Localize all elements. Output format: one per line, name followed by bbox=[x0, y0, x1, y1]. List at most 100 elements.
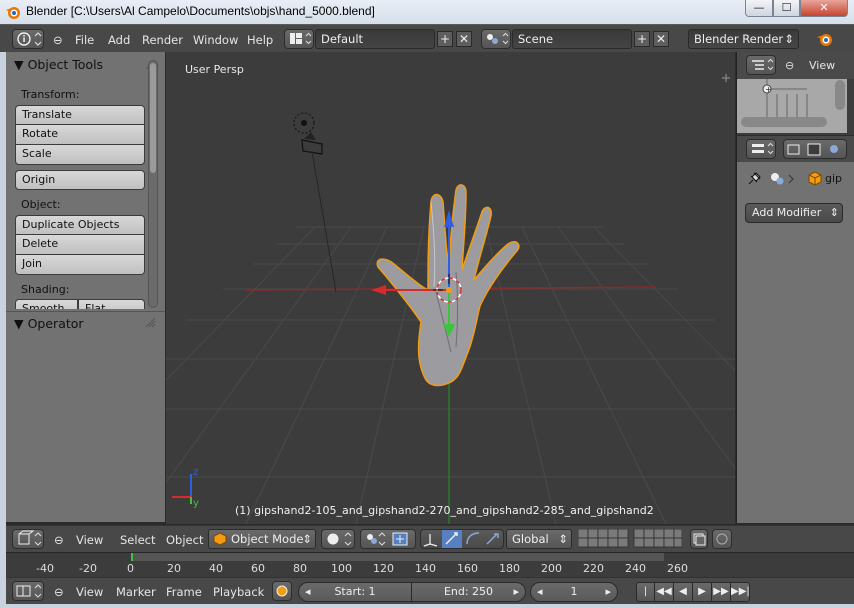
context-tab-icons bbox=[787, 143, 838, 156]
start-frame-field[interactable]: ◂ Start: 1 bbox=[298, 582, 412, 602]
post-range-shade bbox=[664, 553, 854, 561]
screen-layout-field[interactable]: Default bbox=[315, 29, 435, 49]
object-tools-title: Object Tools bbox=[27, 57, 104, 72]
layer-lock-button[interactable] bbox=[690, 529, 708, 549]
render-preview-button[interactable] bbox=[712, 529, 732, 549]
outliner-view-menu[interactable]: View bbox=[809, 59, 835, 72]
start-frame-label: Start: 1 bbox=[334, 585, 376, 598]
translate-button[interactable]: Translate bbox=[15, 105, 145, 125]
rotate-button[interactable]: Rotate bbox=[15, 125, 145, 145]
scale-button[interactable]: Scale bbox=[15, 145, 145, 165]
outliner-editor-type-button[interactable] bbox=[746, 55, 776, 75]
add-modifier-select[interactable]: Add Modifier ⇕ bbox=[745, 203, 843, 223]
menu-view[interactable]: View bbox=[76, 533, 103, 547]
menu-help[interactable]: Help bbox=[247, 33, 273, 47]
smooth-button[interactable]: Smooth bbox=[15, 299, 78, 309]
flat-button[interactable]: Flat bbox=[78, 299, 145, 309]
timeline-editor[interactable]: -40 -20 0 20 40 60 80 100 120 140 160 18… bbox=[6, 552, 854, 577]
viewport-shading-select[interactable] bbox=[321, 529, 355, 549]
scrollbar-thumb[interactable] bbox=[150, 63, 156, 173]
operator-panel-header[interactable]: ▼ Operator bbox=[14, 316, 84, 331]
layout-icon bbox=[290, 32, 312, 45]
shading-label: Shading: bbox=[21, 283, 70, 296]
grip-icon[interactable] bbox=[144, 316, 156, 328]
current-frame-field[interactable]: ◂ 1 ▸ bbox=[530, 582, 618, 602]
pivot-icons bbox=[367, 532, 408, 546]
current-frame-marker bbox=[131, 553, 133, 561]
add-layout-button[interactable]: + bbox=[437, 31, 453, 47]
play-button[interactable]: ▶ bbox=[693, 582, 712, 602]
properties-context-tabs[interactable] bbox=[783, 139, 847, 159]
remove-scene-button[interactable]: ✕ bbox=[653, 31, 669, 47]
duplicate-objects-button[interactable]: Duplicate Objects bbox=[15, 215, 145, 235]
timeline-header: ⊖ View Marker Frame Playback ◂ Start: 1 … bbox=[6, 577, 854, 608]
join-button[interactable]: Join bbox=[15, 255, 145, 275]
timeline-range-bar bbox=[6, 553, 854, 561]
pin-icon[interactable] bbox=[745, 170, 763, 188]
remove-layout-button[interactable]: ✕ bbox=[456, 31, 472, 47]
chevron-updown-icon: ⇕ bbox=[302, 532, 312, 546]
prev-keyframe-button[interactable]: ◀◀ bbox=[655, 582, 674, 602]
menu-view[interactable]: View bbox=[76, 585, 103, 599]
chevron-left-icon: ◂ bbox=[305, 585, 311, 598]
collapse-menu-icon[interactable]: ⊖ bbox=[54, 533, 64, 547]
origin-button[interactable]: Origin bbox=[15, 170, 145, 190]
mode-select[interactable]: Object Mode ⇕ bbox=[208, 529, 316, 549]
3d-view-editor-type-button[interactable] bbox=[12, 529, 44, 549]
timeline-tick: 80 bbox=[293, 562, 307, 575]
delete-button[interactable]: Delete bbox=[15, 235, 145, 255]
outliner-header: ⊖ View bbox=[737, 52, 854, 79]
menu-window[interactable]: Window bbox=[193, 33, 238, 47]
render-engine-select[interactable]: Blender Render ⇕ bbox=[688, 29, 799, 49]
close-button[interactable]: ✕ bbox=[800, 0, 848, 17]
properties-editor-type-button[interactable] bbox=[746, 139, 776, 159]
add-scene-button[interactable]: + bbox=[634, 31, 650, 47]
manipulator-icons bbox=[423, 530, 499, 548]
collapse-menu-icon[interactable]: ⊖ bbox=[54, 585, 64, 599]
timeline-editor-type-button[interactable] bbox=[12, 581, 44, 601]
camera-object[interactable] bbox=[293, 112, 337, 293]
collapse-menu-icon[interactable]: ⊖ bbox=[53, 33, 63, 47]
menu-select[interactable]: Select bbox=[120, 533, 155, 547]
jump-start-button[interactable]: |◀◀ bbox=[636, 582, 655, 608]
object-cube-icon bbox=[808, 171, 822, 186]
manipulator-widgets[interactable] bbox=[420, 529, 504, 549]
object-name-label: gip bbox=[825, 172, 843, 185]
end-frame-field[interactable]: End: 250 ▸ bbox=[412, 582, 526, 602]
next-keyframe-button[interactable]: ▶▶ bbox=[712, 582, 731, 602]
render-engine-label: Blender Render bbox=[694, 32, 784, 46]
orientation-select[interactable]: Global ⇕ bbox=[506, 529, 572, 549]
view-perspective-label: User Persp bbox=[185, 63, 244, 76]
object-tools-panel-header[interactable]: ▼ Object Tools bbox=[14, 57, 103, 72]
menu-frame[interactable]: Frame bbox=[166, 585, 202, 599]
maximize-button[interactable]: ☐ bbox=[773, 0, 800, 17]
current-frame-label: 1 bbox=[570, 585, 578, 598]
menu-render[interactable]: Render bbox=[142, 33, 183, 47]
menu-marker[interactable]: Marker bbox=[116, 585, 156, 599]
timeline-tick: 60 bbox=[251, 562, 265, 575]
collapse-menu-icon[interactable]: ⊖ bbox=[785, 59, 794, 72]
operator-title: Operator bbox=[27, 316, 84, 331]
menu-playback[interactable]: Playback bbox=[213, 585, 264, 599]
record-button[interactable] bbox=[272, 581, 292, 601]
menu-add[interactable]: Add bbox=[108, 33, 130, 47]
menu-object[interactable]: Object bbox=[166, 533, 203, 547]
next-keyframe-icon: ▶▶ bbox=[713, 586, 729, 597]
timeline-tick: 260 bbox=[667, 562, 688, 575]
outliner-hscrollbar[interactable] bbox=[741, 117, 827, 127]
screen-layout-selector[interactable] bbox=[284, 29, 314, 49]
window-title-bar: Blender [C:\Users\Al Campelo\Documents\o… bbox=[0, 0, 854, 24]
scene-selector[interactable] bbox=[481, 29, 511, 49]
3d-viewport[interactable]: User Persp z y (1) gipshand2-105_and_gip… bbox=[166, 52, 735, 524]
outliner-scrollbar[interactable] bbox=[835, 80, 845, 110]
scene-field[interactable]: Scene bbox=[512, 29, 632, 49]
pivot-point-select[interactable] bbox=[360, 529, 416, 549]
layer-buttons[interactable] bbox=[578, 529, 682, 549]
minimize-button[interactable]: — bbox=[745, 0, 773, 17]
play-reverse-button[interactable]: ◀ bbox=[674, 582, 693, 602]
blender-logo-icon[interactable] bbox=[815, 31, 835, 49]
jump-end-button[interactable]: ▶▶| bbox=[731, 582, 750, 602]
editor-type-button[interactable] bbox=[12, 29, 44, 49]
tool-shelf-scrollbar[interactable] bbox=[148, 60, 158, 308]
menu-file[interactable]: File bbox=[75, 33, 94, 47]
